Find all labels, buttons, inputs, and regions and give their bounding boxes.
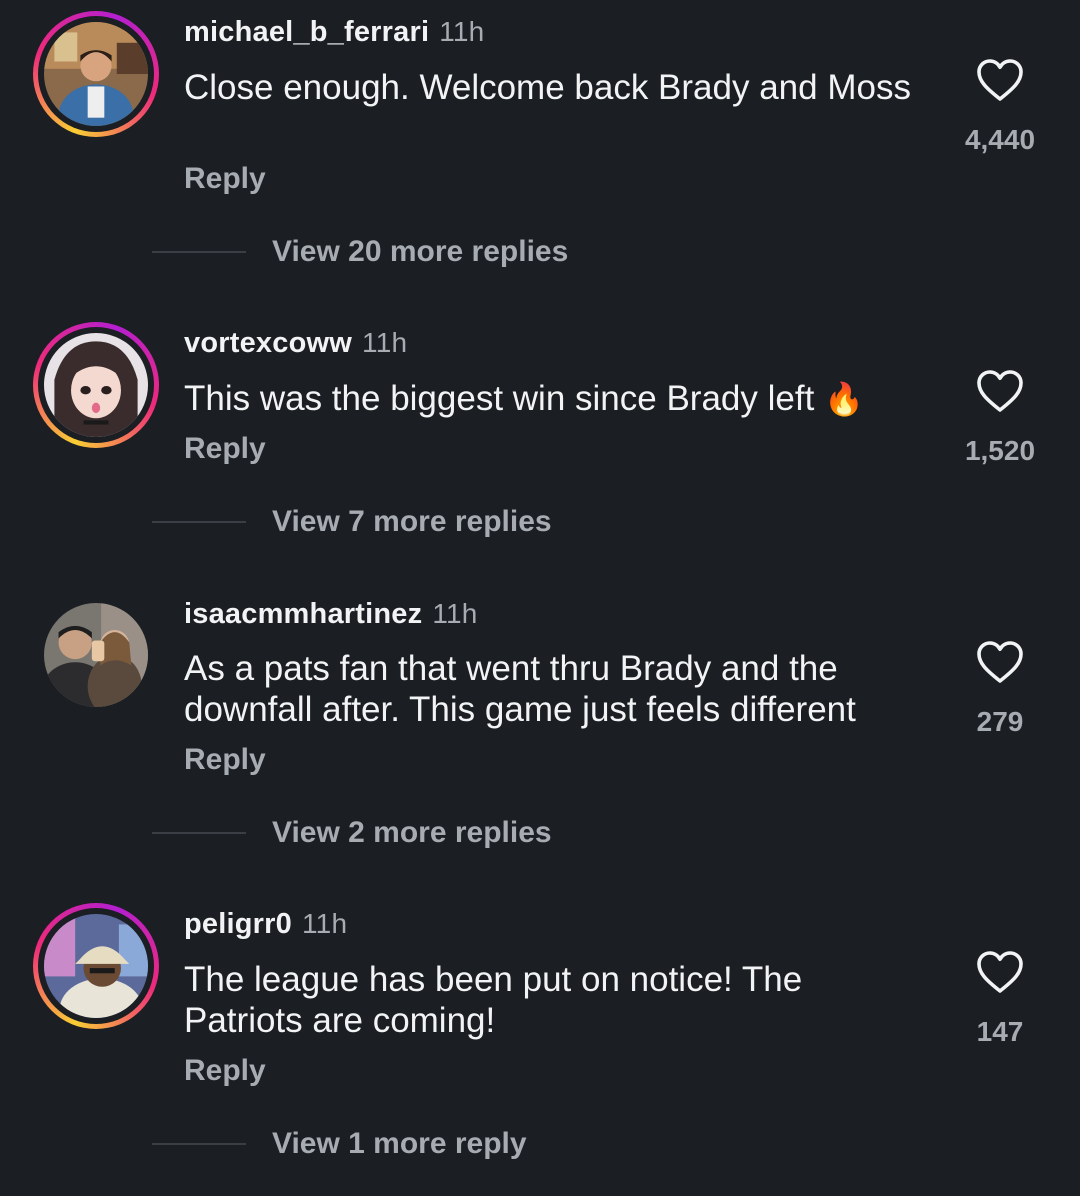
- view-replies-button[interactable]: View 1 more reply: [152, 1124, 527, 1164]
- reply-button[interactable]: Reply: [184, 1054, 266, 1088]
- comment-timestamp: 11h: [301, 908, 348, 939]
- comment-timestamp: 11h: [439, 16, 485, 47]
- like-count: 4,440: [964, 124, 1036, 155]
- comment-timestamp: 11h: [432, 598, 478, 629]
- reply-button[interactable]: Reply: [184, 743, 266, 777]
- replies-divider: [152, 251, 246, 253]
- like-count: 1,520: [964, 435, 1036, 466]
- heart-outline-icon: [977, 59, 1023, 101]
- view-replies-button[interactable]: View 2 more replies: [152, 813, 552, 853]
- reply-button[interactable]: Reply: [184, 432, 266, 466]
- avatar-photo: [44, 914, 148, 1018]
- view-replies-label: View 1 more reply: [272, 1127, 527, 1160]
- avatar[interactable]: [33, 322, 159, 448]
- comment-item: peligrr0 11h The league has been put on n…: [0, 892, 1080, 1182]
- like-count: 279: [976, 706, 1024, 737]
- like-button[interactable]: 279: [955, 640, 1045, 738]
- replies-divider: [152, 1143, 246, 1145]
- like-button[interactable]: 4,440: [955, 58, 1045, 156]
- comment-text: The league has been put on notice! The P…: [184, 960, 803, 1040]
- avatar-photo: [44, 603, 148, 707]
- avatar[interactable]: [33, 592, 159, 718]
- view-replies-label: View 20 more replies: [272, 235, 569, 268]
- view-replies-button[interactable]: View 7 more replies: [152, 502, 552, 542]
- replies-divider: [152, 832, 246, 834]
- fire-emoji: 🔥: [824, 381, 864, 417]
- like-count: 147: [976, 1016, 1024, 1047]
- view-replies-label: View 7 more replies: [272, 505, 552, 538]
- comment-item: isaacmmhartinez 11h As a pats fan that we…: [0, 592, 1080, 882]
- comment-username[interactable]: michael_b_ferrari 11h: [184, 16, 484, 49]
- like-button[interactable]: 1,520: [955, 369, 1045, 467]
- comment-username[interactable]: isaacmmhartinez 11h: [184, 598, 478, 631]
- comment-text: Close enough. Welcome back Brady and Mos…: [184, 68, 911, 107]
- comment-timestamp: 11h: [362, 327, 408, 358]
- avatar-photo: [44, 333, 148, 437]
- heart-outline-icon: [977, 951, 1023, 993]
- avatar-photo: [44, 22, 148, 126]
- like-button[interactable]: 147: [955, 950, 1045, 1048]
- comment-item: vortexcoww 11h This was the biggest win s…: [0, 311, 1080, 601]
- comment-username[interactable]: peligrr0 11h: [184, 908, 347, 941]
- avatar[interactable]: [33, 903, 159, 1029]
- avatar[interactable]: [33, 11, 159, 137]
- heart-outline-icon: [977, 641, 1023, 683]
- comment-item: michael_b_ferrari 11h Close enough. Welco…: [0, 0, 1080, 290]
- reply-button[interactable]: Reply: [184, 162, 266, 196]
- view-replies-label: View 2 more replies: [272, 816, 552, 849]
- view-replies-button[interactable]: View 20 more replies: [152, 232, 568, 272]
- comment-username[interactable]: vortexcoww 11h: [184, 327, 407, 360]
- replies-divider: [152, 521, 246, 523]
- comment-text: This was the biggest win since Brady lef…: [184, 379, 864, 418]
- heart-outline-icon: [977, 370, 1023, 412]
- comment-text: As a pats fan that went thru Brady and t…: [184, 649, 856, 729]
